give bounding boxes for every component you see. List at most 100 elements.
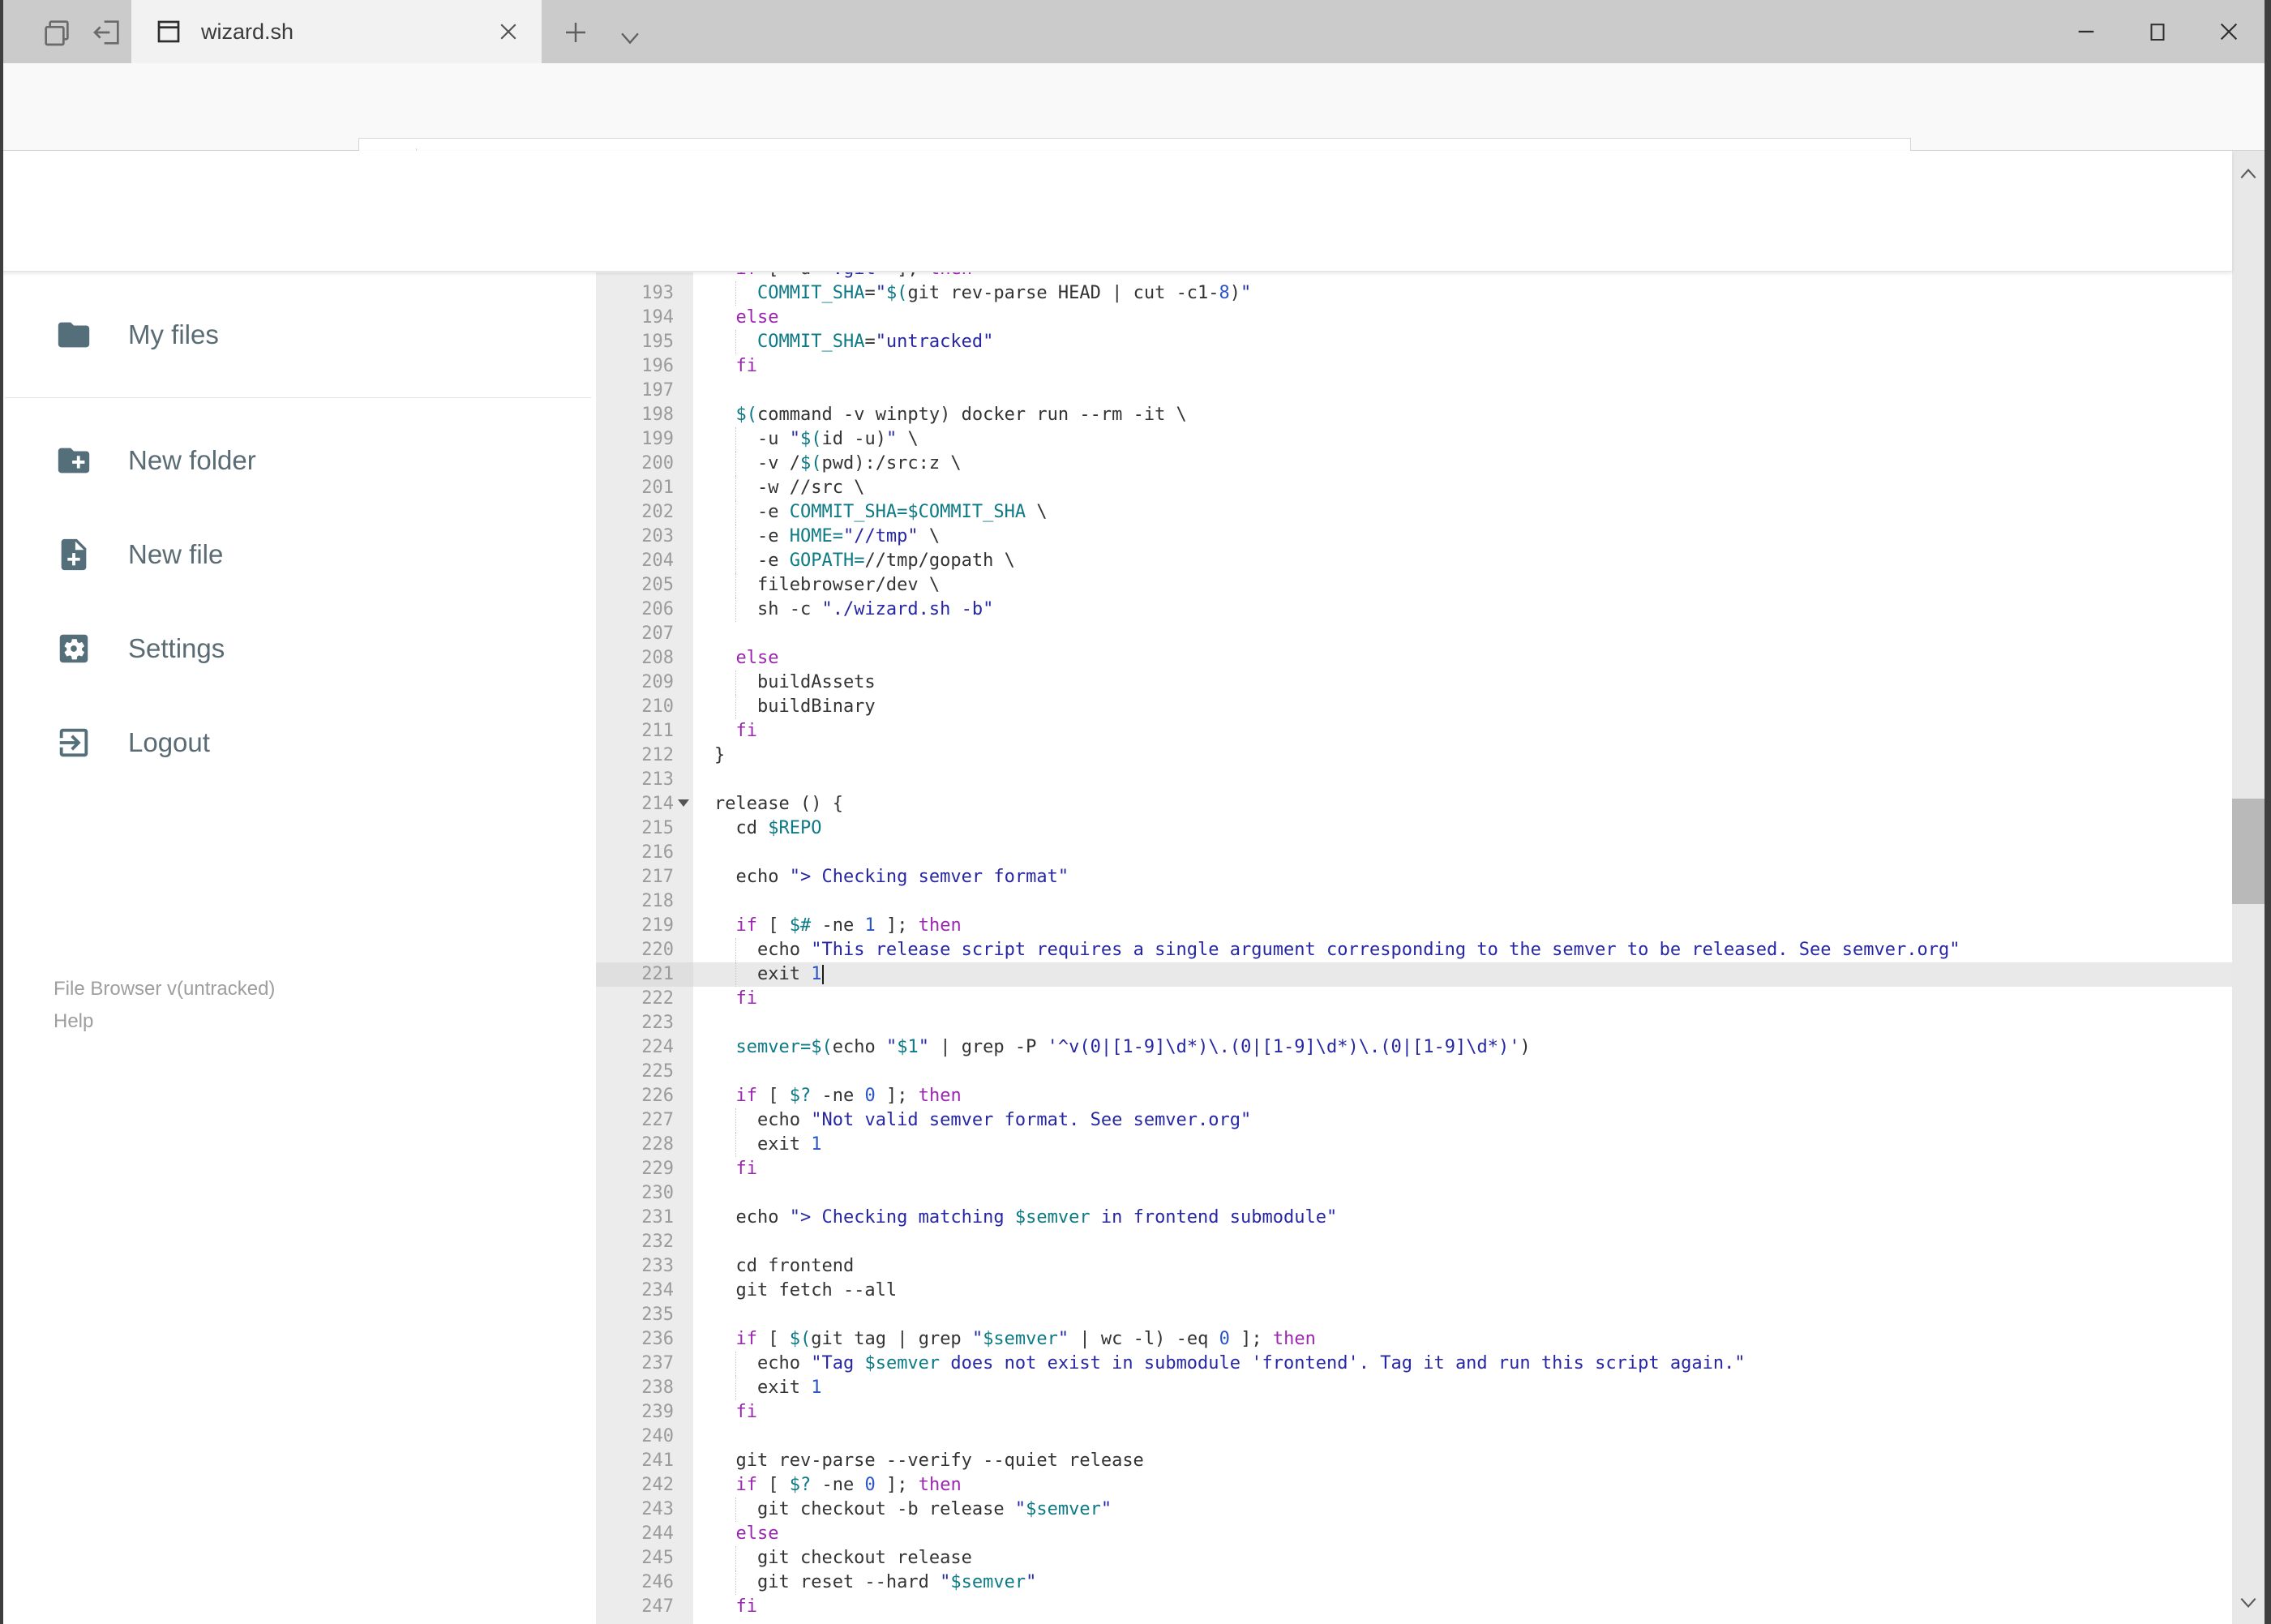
code-text[interactable]: -u "$(id -u)" \ <box>693 427 2232 452</box>
code-text[interactable]: cd frontend <box>693 1254 2232 1279</box>
code-line: 211 fi <box>596 719 2232 743</box>
scroll-up-icon[interactable] <box>2238 164 2259 185</box>
code-text[interactable]: git checkout -b release "$semver" <box>693 1498 2232 1522</box>
code-line: 220 echo "This release script requires a… <box>596 938 2232 962</box>
code-text[interactable]: -e GOPATH=//tmp/gopath \ <box>693 549 2232 573</box>
code-text[interactable]: sh -c "./wizard.sh -b" <box>693 598 2232 622</box>
code-line: 238 exit 1 <box>596 1376 2232 1400</box>
code-line: 204 -e GOPATH=//tmp/gopath \ <box>596 549 2232 573</box>
code-text[interactable]: if [ $? -ne 0 ]; then <box>693 1473 2232 1498</box>
code-text[interactable] <box>693 889 2232 914</box>
sidebar-item-new-folder[interactable]: New folder <box>0 429 596 492</box>
code-text[interactable]: exit 1 <box>693 962 2232 987</box>
code-text[interactable]: if [ $(git tag | grep "$semver" | wc -l)… <box>693 1327 2232 1352</box>
code-line: 216 <box>596 841 2232 865</box>
sidebar-item-my-files[interactable]: My files <box>0 303 596 366</box>
code-text[interactable]: else <box>693 1522 2232 1546</box>
sidebar-item-new-file[interactable]: New file <box>0 523 596 586</box>
code-text[interactable]: echo "This release script requires a sin… <box>693 938 2232 962</box>
code-line: 223 <box>596 1011 2232 1035</box>
code-text[interactable]: exit 1 <box>693 1133 2232 1157</box>
code-text[interactable]: -e COMMIT_SHA=$COMMIT_SHA \ <box>693 500 2232 525</box>
code-text[interactable]: cd $REPO <box>693 816 2232 841</box>
line-number: 234 <box>596 1279 693 1303</box>
code-text[interactable]: echo "Not valid semver format. See semve… <box>693 1108 2232 1133</box>
fold-marker-icon[interactable] <box>678 799 689 807</box>
tab-list-chevron-icon[interactable] <box>616 24 644 52</box>
code-text[interactable]: $(command -v winpty) docker run --rm -it… <box>693 403 2232 427</box>
code-text[interactable] <box>693 841 2232 865</box>
line-number: 225 <box>596 1060 693 1084</box>
code-text[interactable]: -w //src \ <box>693 476 2232 500</box>
code-text[interactable] <box>693 622 2232 646</box>
code-text[interactable]: fi <box>693 1400 2232 1425</box>
line-number: 233 <box>596 1254 693 1279</box>
code-text[interactable]: git checkout release <box>693 1546 2232 1570</box>
code-text[interactable]: git rev-parse --verify --quiet release <box>693 1449 2232 1473</box>
code-line: 235 <box>596 1303 2232 1327</box>
code-text[interactable]: buildAssets <box>693 671 2232 695</box>
code-editor[interactable]: if [ -d ".git" ]; then193 COMMIT_SHA="$(… <box>596 272 2232 1624</box>
code-text[interactable] <box>693 379 2232 403</box>
code-line: 231 echo "> Checking matching $semver in… <box>596 1206 2232 1230</box>
tab-preview-icon[interactable] <box>41 16 73 49</box>
code-text[interactable]: else <box>693 646 2232 671</box>
page-scrollbar[interactable] <box>2232 151 2265 1624</box>
code-text[interactable]: fi <box>693 354 2232 379</box>
code-text[interactable] <box>693 1303 2232 1327</box>
code-text[interactable]: if [ $? -ne 0 ]; then <box>693 1084 2232 1108</box>
code-text[interactable]: COMMIT_SHA="$(git rev-parse HEAD | cut -… <box>693 281 2232 306</box>
code-text[interactable]: git fetch --all <box>693 1279 2232 1303</box>
code-text[interactable]: echo "Tag $semver does not exist in subm… <box>693 1352 2232 1376</box>
line-number: 200 <box>596 452 693 476</box>
code-text[interactable]: if [ -d ".git" ]; then <box>693 272 2232 281</box>
new-tab-button[interactable] <box>561 18 590 47</box>
maximize-button[interactable] <box>2122 0 2193 63</box>
line-number: 215 <box>596 816 693 841</box>
code-text[interactable]: fi <box>693 987 2232 1011</box>
code-text[interactable]: echo "> Checking semver format" <box>693 865 2232 889</box>
minimize-button[interactable] <box>2050 0 2122 63</box>
line-number: 195 <box>596 330 693 354</box>
code-text[interactable]: } <box>693 743 2232 768</box>
code-text[interactable] <box>693 1181 2232 1206</box>
sidebar-item-logout[interactable]: Logout <box>0 711 596 774</box>
code-line: 239 fi <box>596 1400 2232 1425</box>
code-text[interactable] <box>693 1425 2232 1449</box>
code-text[interactable]: echo "> Checking matching $semver in fro… <box>693 1206 2232 1230</box>
code-text[interactable]: else <box>693 306 2232 330</box>
sidebar-item-settings[interactable]: Settings <box>0 617 596 680</box>
browser-tab[interactable]: wizard.sh <box>131 0 542 63</box>
code-text[interactable]: release () { <box>693 792 2232 816</box>
scroll-down-icon[interactable] <box>2238 1592 2259 1613</box>
code-text[interactable]: semver=$(echo "$1" | grep -P '^v(0|[1-9]… <box>693 1035 2232 1060</box>
scrollbar-thumb[interactable] <box>2232 799 2265 904</box>
code-line: 236 if [ $(git tag | grep "$semver" | wc… <box>596 1327 2232 1352</box>
code-line: 225 <box>596 1060 2232 1084</box>
code-text[interactable]: filebrowser/dev \ <box>693 573 2232 598</box>
code-text[interactable]: exit 1 <box>693 1376 2232 1400</box>
code-text[interactable] <box>693 1060 2232 1084</box>
code-text[interactable]: fi <box>693 1157 2232 1181</box>
code-text[interactable]: if [ $# -ne 1 ]; then <box>693 914 2232 938</box>
close-button[interactable] <box>2193 0 2265 63</box>
code-text[interactable]: fi <box>693 1595 2232 1619</box>
tab-close-icon[interactable] <box>496 19 521 44</box>
code-text[interactable]: COMMIT_SHA="untracked" <box>693 330 2232 354</box>
code-line: 229 fi <box>596 1157 2232 1181</box>
code-text[interactable]: -e HOME="//tmp" \ <box>693 525 2232 549</box>
code-text[interactable] <box>693 768 2232 792</box>
code-text[interactable]: -v /$(pwd):/src:z \ <box>693 452 2232 476</box>
code-line: 193 COMMIT_SHA="$(git rev-parse HEAD | c… <box>596 281 2232 306</box>
code-text[interactable] <box>693 1011 2232 1035</box>
code-text[interactable]: fi <box>693 719 2232 743</box>
code-text[interactable]: git reset --hard "$semver" <box>693 1570 2232 1595</box>
line-number: 216 <box>596 841 693 865</box>
code-text[interactable] <box>693 1230 2232 1254</box>
sidebar-divider <box>5 397 591 398</box>
sidebar-item-label: Logout <box>128 727 210 757</box>
code-line: 194 else <box>596 306 2232 330</box>
help-link[interactable]: Help <box>54 1005 275 1038</box>
set-tabs-aside-icon[interactable] <box>91 16 123 49</box>
code-text[interactable]: buildBinary <box>693 695 2232 719</box>
